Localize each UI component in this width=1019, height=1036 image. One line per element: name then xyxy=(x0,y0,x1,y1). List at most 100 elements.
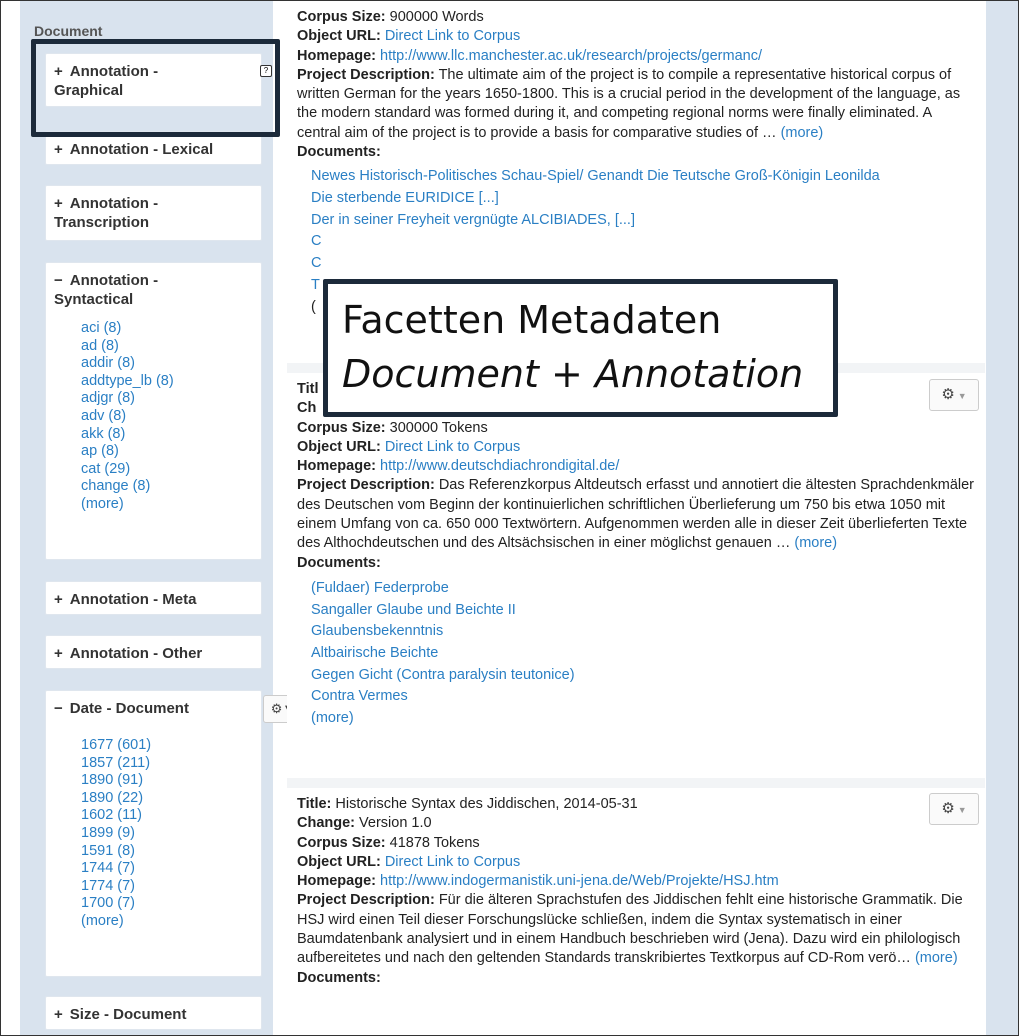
object-url-link[interactable]: Direct Link to Corpus xyxy=(385,854,520,870)
facet-value-list: 1677 (601) 1857 (211) 1890 (91) 1890 (22… xyxy=(81,737,151,931)
document-link[interactable]: Altbairische Beichte xyxy=(311,643,987,665)
facet-label: Annotation - Lexical xyxy=(69,141,214,158)
facet-label: Annotation - xyxy=(69,272,159,289)
document-link[interactable]: C xyxy=(311,253,987,275)
project-description: Project Description: The ultimate aim of… xyxy=(297,66,977,143)
document-link[interactable]: Newes Historisch-Politisches Schau-Spiel… xyxy=(311,166,987,188)
facet-label: Annotation - xyxy=(69,195,159,212)
expand-icon: + xyxy=(54,1006,63,1023)
facet-size-document[interactable]: + Size - Document xyxy=(45,996,262,1030)
facet-value[interactable]: cat (29) xyxy=(81,461,174,479)
field-label: Title: xyxy=(297,796,332,812)
highlight-box xyxy=(31,39,280,137)
document-link[interactable]: Sangaller Glaube und Beichte II xyxy=(311,600,987,622)
facet-date-document: −Date - Document ⚙▼ 1677 (601) 1857 (211… xyxy=(45,690,303,977)
more-link[interactable]: (more) xyxy=(311,708,987,730)
more-link[interactable]: (more) xyxy=(794,535,837,551)
callout-subtitle: Document + Annotation xyxy=(342,352,804,396)
facet-value[interactable]: 1890 (91) xyxy=(81,772,151,790)
facet-value[interactable]: adjgr (8) xyxy=(81,390,174,408)
screenshot-frame: Document + Annotation - Graphical ? + Anno… xyxy=(0,0,1019,1036)
corpus-size: 41878 Tokens xyxy=(389,834,480,851)
document-link[interactable]: Glaubensbekenntnis xyxy=(311,621,987,643)
documents-label: Documents: xyxy=(297,969,381,986)
facet-value[interactable]: ad (8) xyxy=(81,338,174,356)
facet-value[interactable]: adv (8) xyxy=(81,408,174,426)
facet-label: Size - Document xyxy=(69,1006,187,1023)
expand-icon: + xyxy=(54,591,63,608)
gear-icon: ⚙ xyxy=(941,386,955,403)
gear-icon: ⚙ xyxy=(941,800,955,817)
facet-value[interactable]: 1890 (22) xyxy=(81,790,151,808)
expand-icon: + xyxy=(54,141,63,158)
entry-separator xyxy=(287,778,985,788)
caret-down-icon: ▼ xyxy=(957,391,967,401)
more-link[interactable]: (more) xyxy=(915,950,958,966)
homepage-link[interactable]: http://www.deutschdiachrondigital.de/ xyxy=(380,458,619,474)
facet-label: Annotation - Meta xyxy=(69,591,197,608)
field-label: Project Description: xyxy=(297,66,435,83)
right-gutter xyxy=(986,1,1018,1035)
document-link[interactable]: Contra Vermes xyxy=(311,686,987,708)
facet-value[interactable]: change (8) xyxy=(81,478,174,496)
object-url-link[interactable]: Direct Link to Corpus xyxy=(385,28,520,44)
project-description: Project Description: Das Referenzkorpus … xyxy=(297,476,977,553)
facet-value[interactable]: 1774 (7) xyxy=(81,878,151,896)
facet-value[interactable]: akk (8) xyxy=(81,426,174,444)
document-link[interactable]: Gegen Gicht (Contra paralysin teutonice) xyxy=(311,665,987,687)
facet-annotation-meta[interactable]: + Annotation - Meta xyxy=(45,581,262,615)
field-label: Corpus Size: xyxy=(297,419,386,436)
expand-icon: + xyxy=(54,195,63,212)
entry-settings-button[interactable]: ⚙ ▼ xyxy=(929,379,979,411)
facet-annotation-transcription[interactable]: + Annotation - Transcription xyxy=(45,185,262,241)
field-label: Change: xyxy=(297,815,355,832)
document-list: (Fuldaer) Federprobe Sangaller Glaube un… xyxy=(297,578,987,730)
collapse-icon: − xyxy=(54,272,63,289)
documents-label: Documents: xyxy=(297,144,381,161)
facet-label: Annotation - Other xyxy=(69,645,203,662)
facet-value[interactable]: 1700 (7) xyxy=(81,895,151,913)
facet-value[interactable]: aci (8) xyxy=(81,320,174,338)
sidebar-title: Document xyxy=(34,23,103,39)
document-link[interactable]: Der in seiner Freyheit vergnügte ALCIBIA… xyxy=(311,210,987,232)
facet-annotation-syntactical: − Annotation - Syntactical aci (8) ad (8)… xyxy=(45,262,262,560)
facet-label: Syntactical xyxy=(54,291,134,308)
callout-title: Facetten Metadaten xyxy=(342,298,722,342)
corpus-entry: Title: Historische Syntax des Jiddischen… xyxy=(297,795,987,988)
field-label: Object URL: xyxy=(297,438,381,455)
facet-value[interactable]: addtype_lb (8) xyxy=(81,373,174,391)
field-label: Homepage: xyxy=(297,873,376,890)
facet-value[interactable]: addir (8) xyxy=(81,355,174,373)
document-link[interactable]: (Fuldaer) Federprobe xyxy=(311,578,987,600)
homepage-link[interactable]: http://www.llc.manchester.ac.uk/research… xyxy=(380,48,762,64)
field-label: Corpus Size: xyxy=(297,834,386,851)
entry-settings-button[interactable]: ⚙ ▼ xyxy=(929,793,979,825)
field-label: Object URL: xyxy=(297,853,381,870)
facet-value[interactable]: 1744 (7) xyxy=(81,860,151,878)
document-link[interactable]: Die sterbende EURIDICE [...] xyxy=(311,188,987,210)
change-value: Version 1.0 xyxy=(359,815,432,832)
homepage-link[interactable]: http://www.indogermanistik.uni-jena.de/W… xyxy=(380,873,779,889)
annotation-callout: Facetten Metadaten Document + Annotation xyxy=(323,279,838,417)
facet-label: Date - Document xyxy=(69,700,189,717)
facet-value[interactable]: 1899 (9) xyxy=(81,825,151,843)
field-label: Corpus Size: xyxy=(297,9,386,25)
corpus-entry: Titl Ch Corpus Size: 300000 Tokens Objec… xyxy=(297,380,987,730)
facet-value[interactable]: 1857 (211) xyxy=(81,755,151,773)
document-link[interactable]: C xyxy=(311,231,987,253)
facet-annotation-other[interactable]: + Annotation - Other xyxy=(45,635,262,669)
field-label: Project Description: xyxy=(297,892,435,909)
gear-icon: ⚙ xyxy=(270,701,283,716)
more-link[interactable]: (more) xyxy=(781,125,824,141)
facet-value[interactable]: 1602 (11) xyxy=(81,807,151,825)
field-label: Homepage: xyxy=(297,47,376,64)
facet-value[interactable]: 1591 (8) xyxy=(81,843,151,861)
facet-more-link[interactable]: (more) xyxy=(81,496,174,514)
facet-value[interactable]: 1677 (601) xyxy=(81,737,151,755)
facet-more-link[interactable]: (more) xyxy=(81,913,151,931)
field-label: Titl xyxy=(297,381,319,397)
facet-value[interactable]: ap (8) xyxy=(81,443,174,461)
field-label: Ch xyxy=(297,400,317,417)
object-url-link[interactable]: Direct Link to Corpus xyxy=(385,439,520,455)
caret-down-icon: ▼ xyxy=(957,805,967,815)
